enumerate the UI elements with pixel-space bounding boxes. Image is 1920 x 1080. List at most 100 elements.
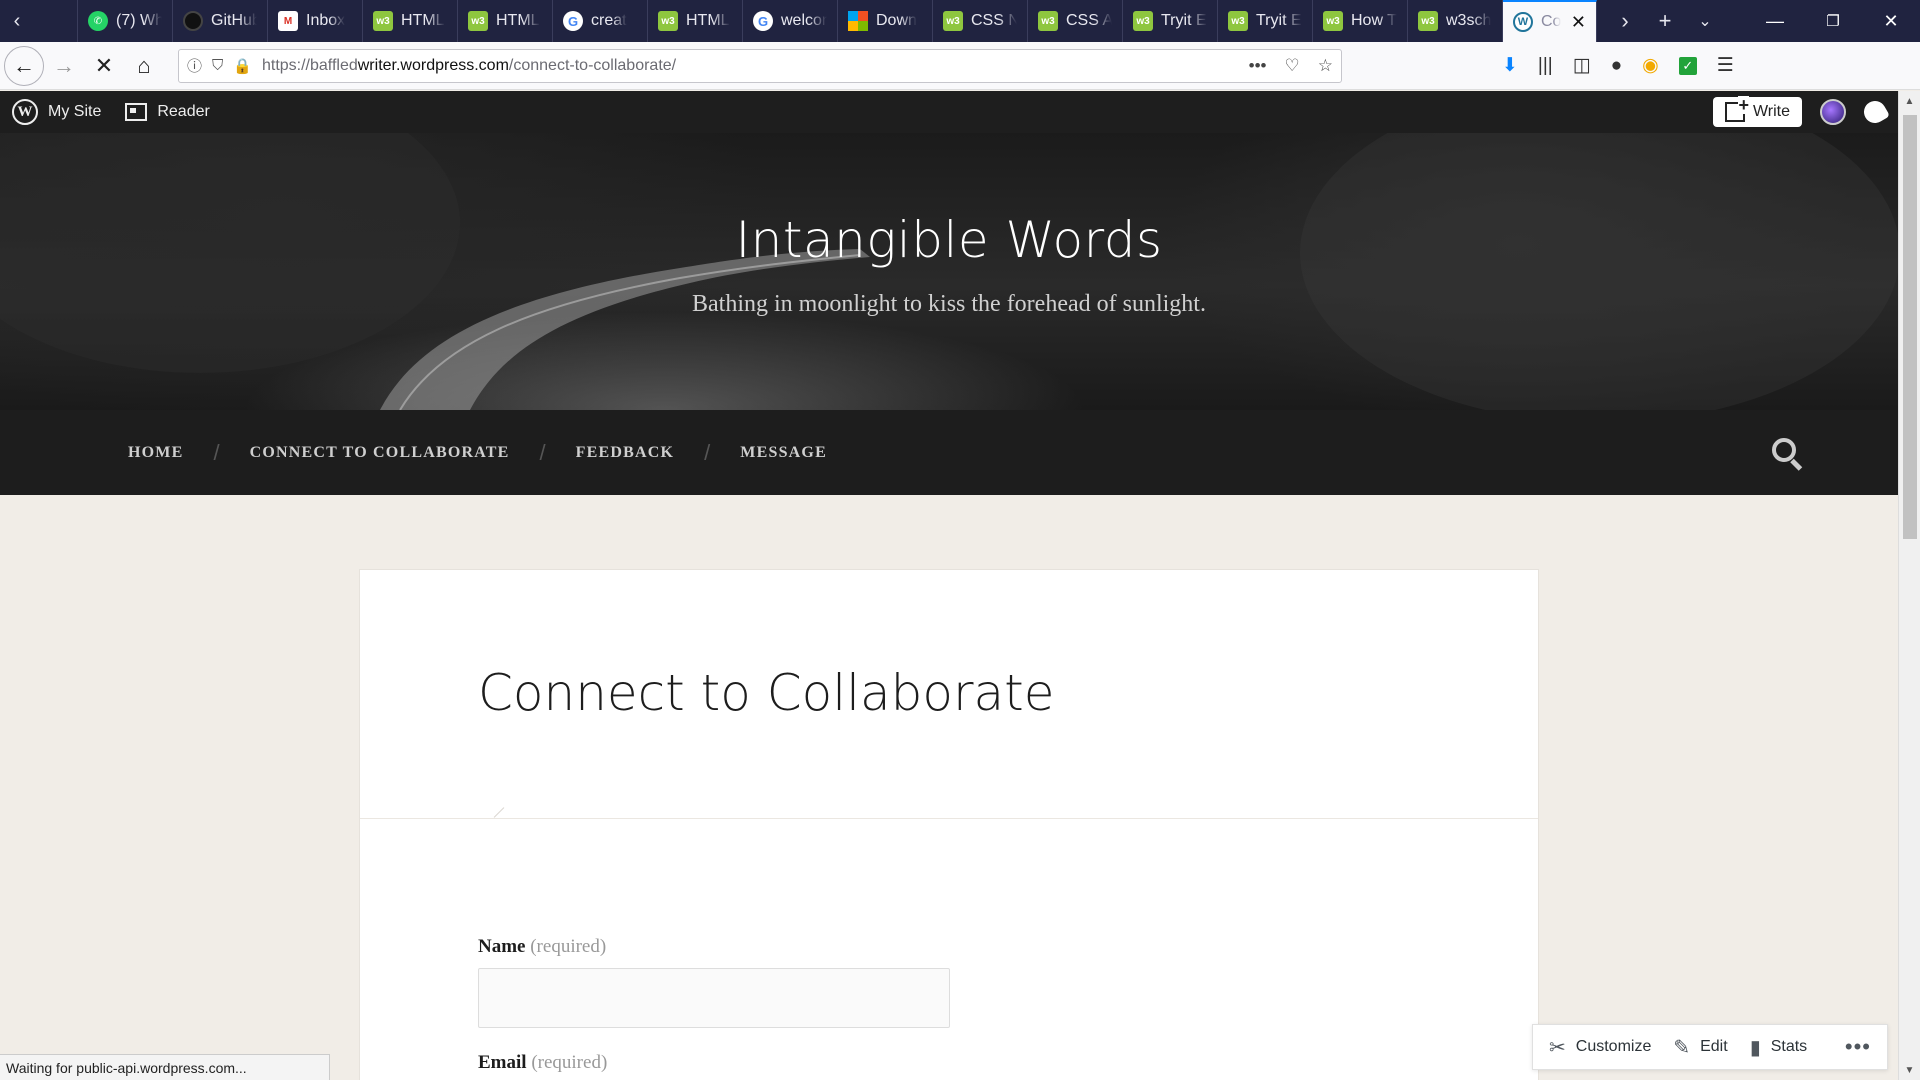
close-icon: ✕ <box>94 52 114 78</box>
tab-partial[interactable] <box>34 0 78 42</box>
tab-label: HTML <box>401 12 445 29</box>
extension-search-icon[interactable]: ◉ <box>1642 54 1659 77</box>
info-icon[interactable]: ⓘ <box>187 55 202 76</box>
extension-check-icon[interactable]: ✓ <box>1678 56 1697 75</box>
name-label: Name <box>478 936 526 957</box>
tab-label: CSS N <box>971 12 1017 29</box>
browser-tab[interactable]: M Inbox <box>268 0 363 42</box>
site-title[interactable]: Intangible Words <box>0 211 1898 269</box>
name-field[interactable] <box>478 968 950 1028</box>
browser-tab[interactable]: Gwelcon <box>743 0 838 42</box>
library-icon[interactable]: ||| <box>1538 55 1553 77</box>
close-window-button[interactable]: ✕ <box>1862 0 1920 42</box>
tab-label: Co <box>1541 13 1562 30</box>
tab-label: GitHub <box>211 12 257 29</box>
more-options-icon[interactable]: ••• <box>1845 1034 1871 1060</box>
browser-tab[interactable]: w3 HTML <box>363 0 458 42</box>
name-required-note: (required) <box>530 936 607 957</box>
whatsapp-icon: ✆ <box>88 11 108 31</box>
menu-icon[interactable]: ☰ <box>1717 54 1734 77</box>
avatar[interactable] <box>1820 99 1846 125</box>
browser-tab[interactable]: w3 w3sch <box>1408 0 1503 42</box>
my-site-link[interactable]: W My Site <box>12 99 101 125</box>
pocket-icon[interactable]: ♡ <box>1285 56 1300 76</box>
tab-label: HTML <box>496 12 540 29</box>
scrollbar-thumb[interactable] <box>1903 115 1917 539</box>
page-actions-icon[interactable]: ••• <box>1249 56 1267 76</box>
status-bar: Waiting for public-api.wordpress.com... <box>0 1054 330 1080</box>
tab-scroll-right-button[interactable]: › <box>1605 0 1645 42</box>
browser-tab[interactable]: W Co ✕ <box>1503 0 1597 42</box>
forward-button[interactable]: → <box>44 46 84 86</box>
edit-button[interactable]: ✎ Edit <box>1673 1035 1727 1060</box>
microsoft-icon <box>848 11 868 31</box>
browser-tab[interactable]: w3 CSS N <box>933 0 1028 42</box>
browser-tab[interactable]: Down <box>838 0 933 42</box>
stats-button[interactable]: ▮ Stats <box>1750 1035 1807 1060</box>
browser-tab[interactable]: w3 HTML <box>648 0 743 42</box>
page-scrollbar[interactable]: ▲ ▼ <box>1898 91 1920 1080</box>
restore-icon: ❐ <box>1826 13 1840 30</box>
stop-loading-button[interactable]: ✕ <box>84 46 124 86</box>
sidebar-icon[interactable]: ◫ <box>1573 54 1591 77</box>
notifications-icon[interactable] <box>1859 96 1891 128</box>
w3schools-icon: w3 <box>1228 11 1248 31</box>
tab-label: HTML <box>686 12 730 29</box>
tools-icon: ✂ <box>1549 1036 1566 1059</box>
home-icon: ⌂ <box>137 52 151 78</box>
plus-icon: + <box>1658 8 1672 33</box>
account-icon[interactable]: ● <box>1611 55 1622 77</box>
w3schools-icon: w3 <box>1323 11 1343 31</box>
reader-link[interactable]: Reader <box>125 103 210 121</box>
browser-tab[interactable]: w3 Tryit E <box>1123 0 1218 42</box>
bookmark-star-icon[interactable]: ☆ <box>1318 56 1333 76</box>
browser-tab[interactable]: Gcreat <box>553 0 648 42</box>
tab-label: Tryit E <box>1256 12 1302 29</box>
browser-tab[interactable]: w3 How T <box>1313 0 1408 42</box>
tab-label: Down <box>876 12 917 29</box>
navigation-toolbar: ← → ✕ ⌂ ⓘ ⛉ 🔒 https://baffledwriter.word… <box>0 42 1920 90</box>
w3schools-icon: w3 <box>1038 11 1058 31</box>
tab-label: w3sch <box>1446 12 1492 29</box>
customize-button[interactable]: ✂ Customize <box>1549 1035 1651 1060</box>
back-button[interactable]: ← <box>4 45 44 86</box>
email-required-note: (required) <box>531 1052 608 1073</box>
browser-tab[interactable]: GitHub <box>173 0 268 42</box>
google-icon: G <box>563 11 583 31</box>
menu-item-feedback[interactable]: FEEDBACK <box>576 444 675 462</box>
download-icon[interactable]: ⬇ <box>1502 54 1518 77</box>
chevron-left-icon: ‹ <box>13 9 21 32</box>
close-tab-icon[interactable]: ✕ <box>1571 12 1586 33</box>
url-bar[interactable]: ⓘ ⛉ 🔒 https://baffledwriter.wordpress.co… <box>178 48 1342 83</box>
lock-icon[interactable]: 🔒 <box>233 57 252 75</box>
url-path: /connect-to-collaborate/ <box>508 56 677 74</box>
tab-label: welcon <box>781 12 827 29</box>
url-text[interactable]: https://baffledwriter.wordpress.com/conn… <box>262 57 1239 75</box>
tab-scroll-left-button[interactable]: ‹ <box>0 0 34 42</box>
new-tab-button[interactable]: + <box>1645 0 1685 42</box>
home-button[interactable]: ⌂ <box>124 46 164 86</box>
close-icon: ✕ <box>1883 10 1899 31</box>
w3schools-icon: w3 <box>468 11 488 31</box>
tab-label: CSS A <box>1066 12 1112 29</box>
customize-label: Customize <box>1575 1038 1652 1055</box>
menu-separator: / <box>539 439 546 465</box>
search-toggle-button[interactable] <box>1770 436 1804 471</box>
menu-item-home[interactable]: HOME <box>128 444 183 462</box>
github-icon <box>183 11 203 31</box>
w3schools-icon: w3 <box>1418 11 1438 31</box>
browser-tab[interactable]: ✆ (7) Wh <box>78 0 173 42</box>
menu-item-connect-to-collaborate[interactable]: CONNECT TO COLLABORATE <box>250 444 510 462</box>
list-all-tabs-button[interactable]: ⌄ <box>1685 0 1725 42</box>
tab-label: How T <box>1351 12 1397 29</box>
shield-icon[interactable]: ⛉ <box>212 57 223 74</box>
restore-button[interactable]: ❐ <box>1804 0 1862 42</box>
browser-tab[interactable]: w3 CSS A <box>1028 0 1123 42</box>
browser-tab[interactable]: w3 Tryit E <box>1218 0 1313 42</box>
scroll-up-icon[interactable]: ▲ <box>1899 91 1920 111</box>
write-button[interactable]: Write <box>1712 96 1802 127</box>
minimize-button[interactable]: — <box>1746 0 1804 42</box>
browser-tab[interactable]: w3 HTML <box>458 0 553 42</box>
scroll-down-icon[interactable]: ▼ <box>1899 1060 1920 1080</box>
menu-item-message[interactable]: MESSAGE <box>740 444 827 462</box>
